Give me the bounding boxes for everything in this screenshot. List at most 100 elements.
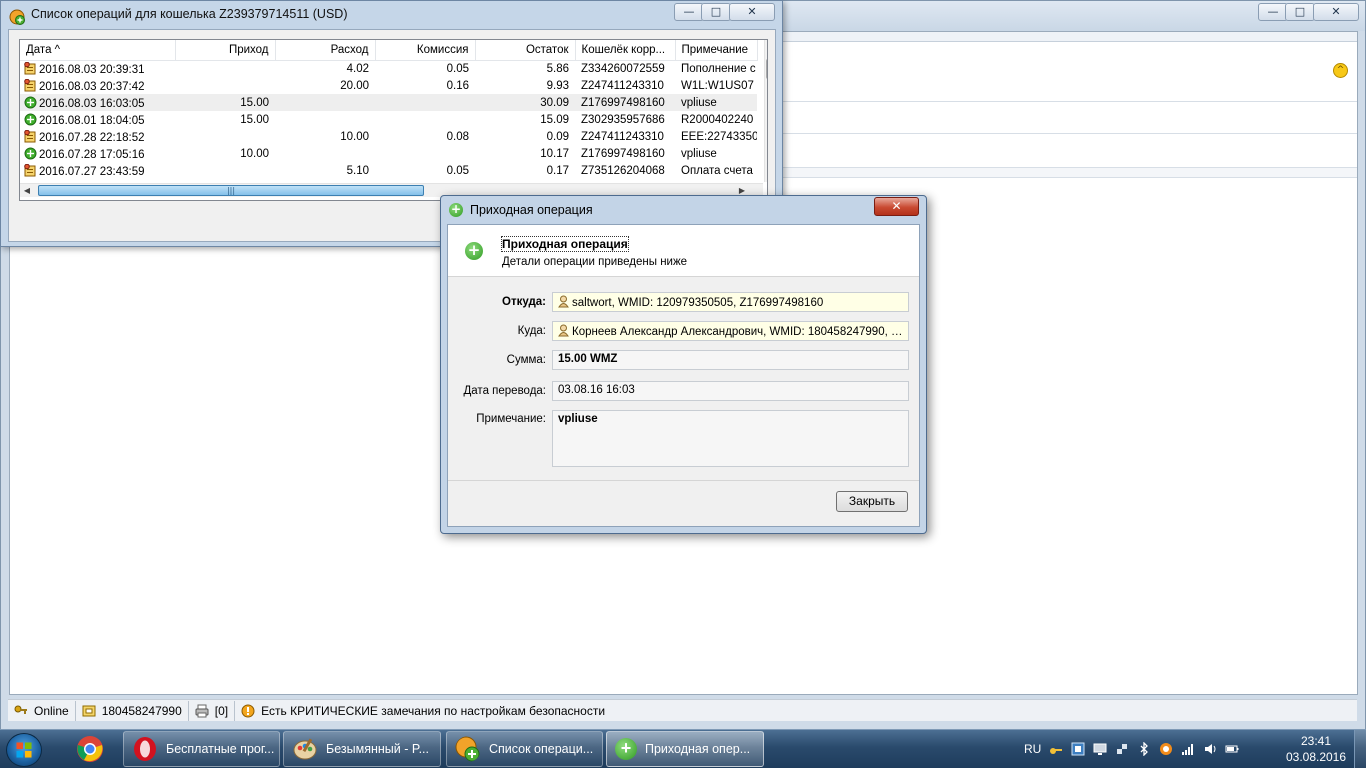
column-header[interactable]: Дата ^ bbox=[20, 40, 176, 61]
horizontal-scroll-thumb[interactable]: ||| bbox=[38, 185, 424, 196]
main-maximize-button[interactable]: □ bbox=[1285, 3, 1315, 21]
operations-grid[interactable]: Дата ^ Приход Расход Комиссия Остаток Кошелёк… bbox=[19, 39, 768, 201]
printer-icon bbox=[195, 704, 209, 717]
status-wmid[interactable]: 180458247990 bbox=[76, 700, 189, 721]
amount-label: Сумма: bbox=[506, 354, 546, 366]
from-field[interactable]: saltwort, WMID: 120979350505, Z176997498… bbox=[552, 292, 909, 312]
language-indicator[interactable]: RU bbox=[1024, 742, 1041, 756]
bluetooth-icon[interactable] bbox=[1137, 742, 1151, 756]
column-header[interactable]: Приход bbox=[175, 40, 276, 61]
main-close-button[interactable]: ✕ bbox=[1313, 3, 1359, 21]
operation-income-cell: 10.00 bbox=[240, 147, 269, 160]
operation-row[interactable]: 2016.08.01 18:04:05 15.00 15.09 Z3029359576… bbox=[20, 111, 757, 128]
operation-balance-cell: 0.17 bbox=[546, 164, 569, 177]
monitor-tray-icon[interactable] bbox=[1093, 742, 1107, 756]
note-field[interactable]: vpliuse bbox=[552, 410, 909, 467]
volume-icon[interactable] bbox=[1203, 742, 1217, 756]
operation-expense-cell: 5.10 bbox=[346, 164, 369, 177]
clock[interactable]: 23:41 03.08.2016 bbox=[1282, 733, 1350, 765]
scroll-up-icon[interactable]: ▲ bbox=[765, 40, 767, 54]
incoming-operation-dialog: + Приходная операция ✕ + Приходная опера… bbox=[440, 195, 927, 534]
list-minimize-button[interactable]: — bbox=[674, 3, 704, 21]
operation-note-cell: vpliuse bbox=[681, 147, 717, 160]
battery-icon[interactable] bbox=[1225, 742, 1239, 756]
status-online[interactable]: Online bbox=[8, 700, 76, 721]
operation-date-cell: 2016.07.28 17:05:16 bbox=[20, 145, 175, 162]
security-warning-icon bbox=[241, 704, 255, 717]
start-button[interactable] bbox=[6, 733, 42, 767]
paint-icon bbox=[293, 738, 317, 760]
taskbar-button-operations-list[interactable]: Список операци... bbox=[446, 731, 603, 767]
vertical-scroll-thumb[interactable] bbox=[766, 59, 767, 79]
clock-time: 23:41 bbox=[1300, 734, 1332, 748]
status-messages[interactable]: [0] bbox=[189, 700, 236, 721]
amount-field[interactable]: 15.00 WMZ bbox=[552, 350, 909, 370]
operation-row[interactable]: 2016.08.03 20:37:42 20.00 0.16 9.93 Z2474112… bbox=[20, 77, 757, 94]
operation-expense-cell bbox=[275, 145, 375, 162]
operation-wallet-cell: Z247411243310 bbox=[581, 79, 664, 92]
show-desktop-button[interactable] bbox=[1354, 730, 1366, 768]
status-online-text: Online bbox=[34, 703, 69, 718]
operation-date: 2016.08.01 18:04:05 bbox=[39, 114, 145, 127]
operation-date: 2016.07.28 22:18:52 bbox=[39, 131, 145, 144]
to-field[interactable]: Корнеев Александр Александрович, WMID: 1… bbox=[552, 321, 909, 341]
operation-row[interactable]: 2016.08.03 16:03:05 15.00 30.09 Z1769974981… bbox=[20, 94, 757, 111]
outgoing-invoice-icon bbox=[24, 129, 36, 142]
taskbar-button-paint[interactable]: Безымянный - P... bbox=[283, 731, 441, 767]
operation-fee-cell: 0.05 bbox=[446, 164, 469, 177]
windows-logo-icon bbox=[16, 742, 32, 758]
status-bar: Online 180458247990 [0] Есть КРИТИЧЕСКИЕ… bbox=[8, 699, 1357, 721]
taskbar-button-incoming-operation[interactable]: + Приходная опер... bbox=[606, 731, 764, 767]
operation-balance-cell: 10.17 bbox=[540, 147, 569, 160]
list-close-button[interactable]: ✕ bbox=[729, 3, 775, 21]
vertical-scrollbar[interactable]: ▲ ▼ bbox=[764, 40, 767, 182]
person-icon bbox=[558, 324, 569, 337]
list-maximize-button[interactable]: □ bbox=[701, 3, 731, 21]
operation-note-cell: vpliuse bbox=[675, 94, 757, 111]
operation-expense-cell: 10.00 bbox=[340, 130, 369, 143]
operation-note-cell: Оплата счета bbox=[681, 164, 753, 177]
chrome-pinned-button[interactable] bbox=[68, 731, 112, 767]
operation-row[interactable]: 2016.07.27 23:43:59 5.10 0.05 0.17 Z73512620… bbox=[20, 162, 757, 179]
transfer-date-field[interactable]: 03.08.16 16:03 bbox=[552, 381, 909, 401]
operation-income-cell bbox=[175, 162, 275, 179]
operation-date: 2016.07.27 23:43:59 bbox=[39, 165, 145, 178]
operation-note-cell: EEE:22743350 bbox=[681, 130, 757, 143]
column-header[interactable]: Остаток bbox=[475, 40, 576, 61]
operation-date-cell: 2016.07.27 23:43:59 bbox=[20, 162, 175, 179]
network-tray-icon[interactable] bbox=[1115, 742, 1129, 756]
operation-row[interactable]: 2016.07.28 22:18:52 10.00 0.08 0.09 Z2474112… bbox=[20, 128, 757, 145]
key-tray-icon[interactable] bbox=[1049, 742, 1063, 756]
operation-note-cell: R2000402240 bbox=[681, 113, 754, 126]
status-security-warning[interactable]: Есть КРИТИЧЕСКИЕ замечания по настройкам… bbox=[235, 701, 611, 721]
operation-date-cell: 2016.08.03 16:03:05 bbox=[20, 94, 175, 111]
scroll-left-icon[interactable]: ◀ bbox=[20, 184, 34, 198]
column-header[interactable]: Расход bbox=[275, 40, 376, 61]
avast-icon[interactable] bbox=[1159, 742, 1173, 756]
operation-income-cell bbox=[175, 128, 275, 145]
webmoney-tray-icon[interactable] bbox=[1071, 742, 1085, 756]
main-minimize-button[interactable]: — bbox=[1258, 3, 1288, 21]
operation-balance-cell: 5.86 bbox=[546, 62, 569, 75]
dialog-close-icon[interactable]: ✕ bbox=[874, 197, 919, 216]
column-header[interactable]: Кошелёк корр... bbox=[575, 40, 676, 61]
operation-expense-cell: 20.00 bbox=[340, 79, 369, 92]
note-label: Примечание: bbox=[476, 413, 546, 425]
incoming-plus-icon bbox=[24, 113, 37, 125]
operation-expense-cell bbox=[275, 94, 375, 111]
scroll-down-icon[interactable]: ▼ bbox=[765, 168, 767, 182]
operation-date-cell: 2016.08.03 20:39:31 bbox=[20, 60, 175, 77]
column-header[interactable]: Комиссия bbox=[375, 40, 476, 61]
clock-date: 03.08.2016 bbox=[1285, 750, 1347, 764]
close-button[interactable]: Закрыть bbox=[836, 491, 908, 512]
dialog-separator bbox=[448, 480, 919, 481]
opera-icon bbox=[134, 737, 156, 761]
signal-icon[interactable] bbox=[1181, 742, 1195, 756]
operation-row[interactable]: 2016.07.28 17:05:16 10.00 10.17 Z1769974981… bbox=[20, 145, 757, 162]
operation-row[interactable]: 2016.08.03 20:39:31 4.02 0.05 5.86 Z33426007… bbox=[20, 60, 757, 77]
column-header[interactable]: Примечание bbox=[675, 40, 758, 61]
taskbar-label-incoming-operation: Приходная опер... bbox=[645, 742, 751, 756]
collapse-chevron-icon[interactable]: ^ bbox=[1333, 63, 1348, 78]
taskbar-button-opera[interactable]: Бесплатные прог... bbox=[123, 731, 280, 767]
operation-expense-cell bbox=[275, 111, 375, 128]
